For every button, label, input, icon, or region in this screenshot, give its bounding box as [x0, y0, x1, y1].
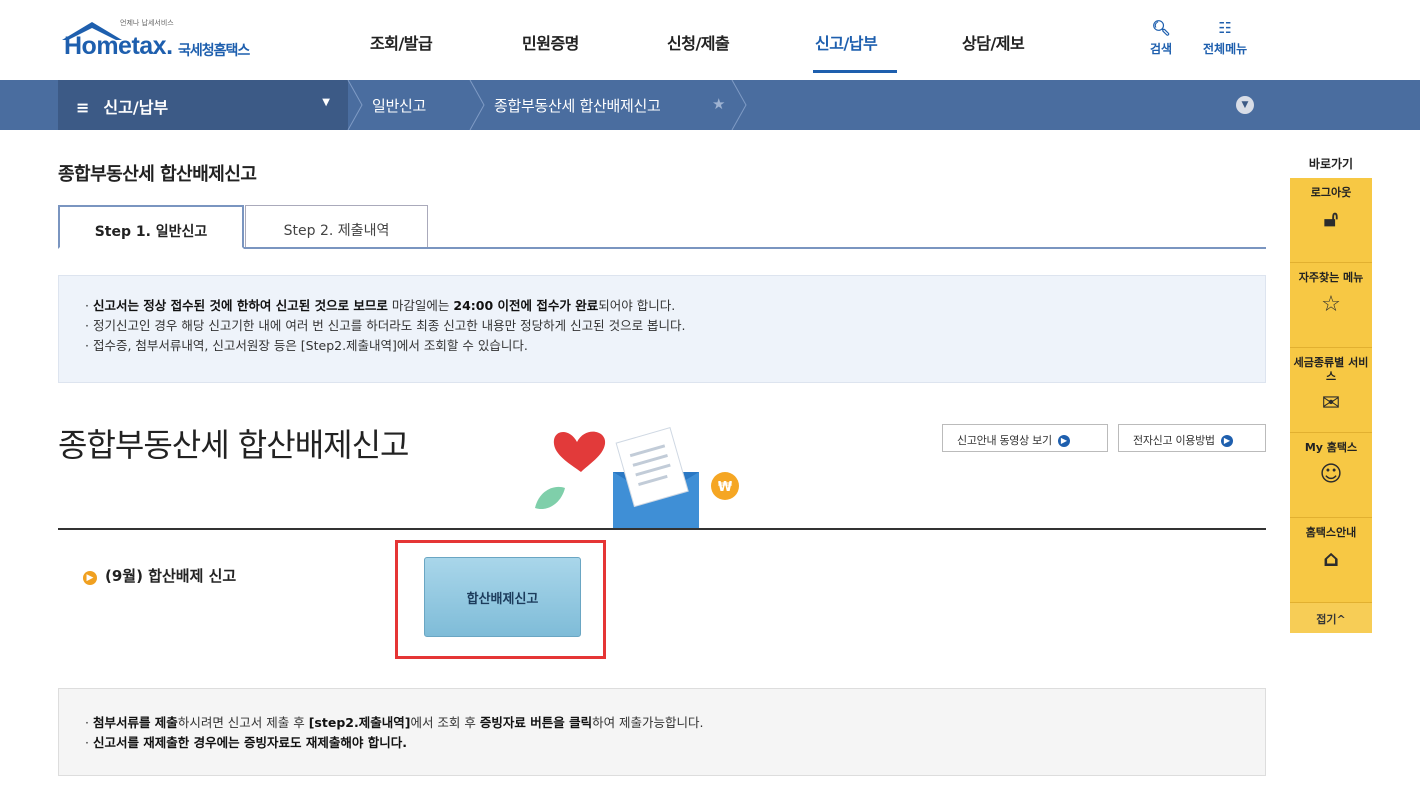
notice-line: · 정기신고인 경우 해당 신고기한 내에 여러 번 신고를 하더라도 최종 신…	[85, 318, 686, 333]
user-icon: ☺	[1319, 462, 1343, 487]
gnb-item-consult[interactable]: 상담/제보	[962, 30, 1025, 54]
lock-icon: 🔓︎	[1323, 207, 1339, 232]
svg-text:₩: ₩	[718, 480, 733, 495]
arrow-right-icon: ▶	[1057, 435, 1070, 447]
mail-icon: ✉	[1321, 391, 1341, 416]
notice-line: · 신고서는 정상 접수된 것에 한하여 신고된 것으로 보므로 마감일에는 2…	[85, 298, 676, 313]
gnb-item-application[interactable]: 신청/제출	[667, 30, 730, 54]
notice-line: · 신고서를 재제출한 경우에는 증빙자료도 재제출해야 합니다.	[85, 735, 407, 750]
breadcrumb-separator-icon	[469, 80, 485, 130]
search-icon: 🔍︎	[1151, 19, 1171, 37]
hometax-logo[interactable]: 언제나 납세서비스 Hometax. 국세청홈택스	[60, 14, 290, 66]
logo-tagline: 언제나 납세서비스	[120, 19, 174, 27]
expand-icon[interactable]: ▼	[1236, 96, 1254, 114]
step-tabs: Step 1. 일반신고 Step 2. 제출내역	[58, 205, 1266, 249]
section-label: ▶ (9월) 합산배제 신고	[83, 565, 236, 586]
notice-box-bottom: · 첨부서류를 제출하시려면 신고서 제출 후 [step2.제출내역]에서 조…	[58, 688, 1266, 776]
section-divider	[58, 528, 1266, 530]
logo-brand-kr: 국세청홈택스	[178, 43, 250, 59]
grid-icon: ☷	[1218, 19, 1232, 37]
quick-tax-services[interactable]: 세금종류별 서비스 ✉	[1290, 348, 1372, 433]
breadcrumb-menu-label: 신고/납부	[103, 98, 169, 117]
quick-menu: 바로가기 로그아웃 🔓︎ 자주찾는 메뉴 ☆ 세금종류별 서비스 ✉ My 홈택스 ☺ …	[1290, 155, 1372, 633]
notice-line: · 첨부서류를 제출하시려면 신고서 제출 후 [step2.제출내역]에서 조…	[85, 715, 704, 730]
gnb-item-inquiry[interactable]: 조회/발급	[370, 30, 433, 54]
gnb-item-certificate[interactable]: 민원증명	[522, 30, 579, 54]
active-tab-indicator	[813, 70, 897, 73]
quick-logout[interactable]: 로그아웃 🔓︎	[1290, 178, 1372, 263]
home-icon: ⌂	[1323, 547, 1339, 572]
logo-brand: Hometax.	[64, 32, 173, 60]
tab-step1[interactable]: Step 1. 일반신고	[58, 205, 244, 249]
envelope-illustration: ₩	[535, 427, 739, 528]
favorite-star-icon[interactable]: ★	[712, 80, 725, 130]
quick-hometax-guide[interactable]: 홈택스안내 ⌂	[1290, 518, 1372, 603]
e-filing-guide-button[interactable]: 전자신고 이용방법 ▶	[1118, 424, 1266, 452]
all-menu-button[interactable]: ☷ 전체메뉴	[1203, 20, 1247, 57]
page-title: 종합부동산세 합산배제신고	[58, 164, 257, 185]
all-menu-label: 전체메뉴	[1203, 42, 1248, 56]
main-title: 종합부동산세 합산배제신고	[58, 426, 409, 464]
tab-step2[interactable]: Step 2. 제출내역	[245, 205, 428, 247]
hamburger-icon: ≡	[76, 98, 90, 117]
notice-box: · 신고서는 정상 접수된 것에 한하여 신고된 것으로 보므로 마감일에는 2…	[58, 275, 1266, 383]
caret-down-icon: ▼	[322, 97, 330, 108]
breadcrumb-separator-icon	[347, 80, 363, 130]
breadcrumb-level1[interactable]: 일반신고	[372, 80, 426, 130]
gnb-item-filing[interactable]: 신고/납부	[815, 30, 878, 54]
breadcrumb-level2[interactable]: 종합부동산세 합산배제신고	[494, 80, 661, 130]
star-icon: ☆	[1321, 292, 1341, 317]
quick-menu-title: 바로가기	[1308, 157, 1354, 171]
submit-exclusion-button[interactable]: 합산배제신고	[424, 557, 581, 637]
breadcrumb-menu[interactable]: ≡ 신고/납부 ▼	[58, 80, 348, 130]
arrow-right-icon: ▶	[1220, 435, 1233, 447]
video-guide-button[interactable]: 신고안내 동영상 보기 ▶	[942, 424, 1108, 452]
search-label: 검색	[1150, 42, 1173, 56]
breadcrumb-separator-icon	[731, 80, 747, 130]
notice-line: · 접수증, 첨부서류내역, 신고서원장 등은 [Step2.제출내역]에서 조…	[85, 338, 528, 353]
search-button[interactable]: 🔍︎ 검색	[1150, 20, 1172, 57]
header: 언제나 납세서비스 Hometax. 국세청홈택스 조회/발급 민원증명 신청/…	[0, 0, 1420, 78]
bullet-icon: ▶	[83, 571, 97, 585]
quick-favorites[interactable]: 자주찾는 메뉴 ☆	[1290, 263, 1372, 348]
quick-my-hometax[interactable]: My 홈택스 ☺	[1290, 433, 1372, 518]
quick-fold-button[interactable]: 접기^	[1290, 603, 1372, 633]
